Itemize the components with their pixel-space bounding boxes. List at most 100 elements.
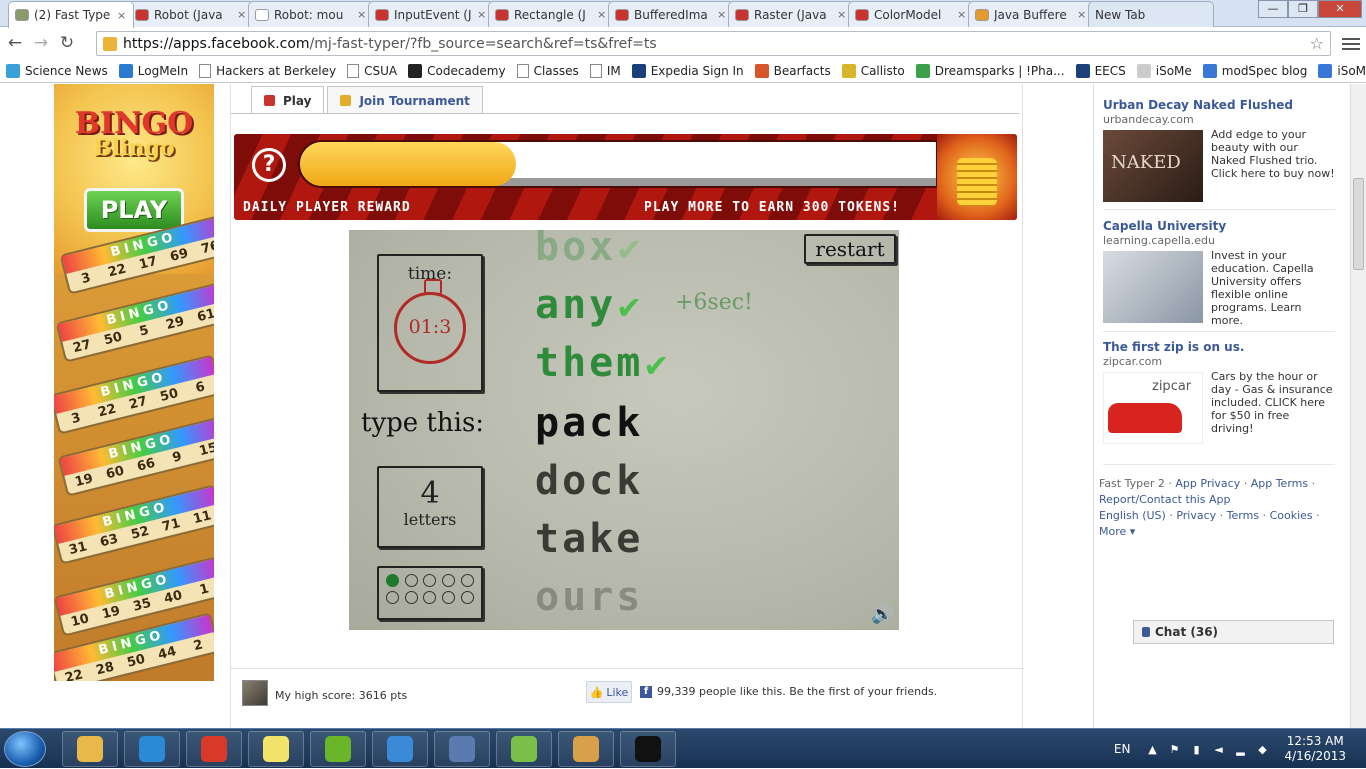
cookies-link[interactable]: Cookies [1270, 509, 1313, 522]
maximize-button[interactable]: ❐ [1288, 0, 1318, 18]
battery-icon[interactable]: ▮ [1190, 743, 1202, 756]
bookmark-item[interactable]: EECS [1075, 63, 1126, 78]
app-terms-link[interactable]: App Terms [1251, 477, 1308, 490]
signal-icon[interactable]: ▂ [1234, 743, 1246, 756]
ad-play-button[interactable]: PLAY [84, 188, 184, 232]
bookmark-item[interactable]: CSUA [347, 63, 397, 78]
show-hidden-icons[interactable]: ▲ [1146, 743, 1158, 756]
language-indicator[interactable]: EN [1114, 742, 1131, 756]
back-icon[interactable]: ← [2, 33, 28, 53]
ad-urban-decay[interactable]: Urban Decay Naked Flushed urbandecay.com… [1103, 98, 1335, 202]
browser-tab[interactable]: Java Buffere × [968, 1, 1094, 27]
bookmark-item[interactable]: Science News [6, 63, 108, 78]
bingo-number: 6 [194, 379, 207, 397]
bookmark-item[interactable]: Dreamsparks | !Pha... [915, 63, 1065, 78]
close-tab-icon[interactable]: × [597, 8, 607, 21]
letters-box: 4 letters [377, 466, 483, 548]
avatar[interactable] [242, 680, 268, 706]
bookmark-item[interactable]: Classes [516, 63, 579, 78]
like-button[interactable]: 👍 Like [586, 681, 632, 703]
browser-tab[interactable]: (2) Fast Type × [8, 1, 134, 28]
taskbar-internet-explorer[interactable] [124, 731, 180, 767]
bookmark-star-icon[interactable]: ☆ [1310, 34, 1324, 53]
help-icon[interactable]: ? [252, 148, 286, 182]
chat-bar[interactable]: Chat (36) [1133, 620, 1334, 644]
tab-favicon-icon [855, 8, 869, 21]
fast-typer-game[interactable]: time: 01:3 type this: 4 letters box✔ any✔… [349, 230, 899, 630]
taskbar-notepad-plus[interactable] [496, 731, 552, 767]
close-tab-icon[interactable]: × [357, 8, 367, 21]
close-tab-icon[interactable]: × [1077, 8, 1087, 21]
bookmark-item[interactable]: Expedia Sign In [631, 63, 744, 78]
browser-tab[interactable]: ColorModel × [848, 1, 974, 27]
browser-tab[interactable]: Raster (Java × [728, 1, 854, 27]
taskbar-sticky-notes[interactable] [248, 731, 304, 767]
ad-image-zipcar[interactable]: zipcar [1103, 372, 1203, 444]
report-app-link[interactable]: Report/Contact this App [1099, 493, 1231, 506]
taskbar-itunes[interactable] [372, 731, 428, 767]
browser-tab[interactable]: Rectangle (J × [488, 1, 614, 27]
trophy-icon [340, 95, 352, 106]
volume-icon[interactable]: ◄ [1212, 743, 1224, 756]
bookmark-item[interactable]: Callisto [841, 63, 905, 78]
taskbar-spotify[interactable] [310, 731, 366, 767]
speaker-icon[interactable]: 🔊 [871, 604, 895, 625]
taskbar-explorer[interactable] [62, 731, 118, 767]
ad-title[interactable]: Capella University [1103, 219, 1335, 233]
browser-tab[interactable]: Robot (Java × [128, 1, 254, 27]
ad-capella[interactable]: Capella University learning.capella.edu … [1103, 219, 1335, 327]
bookmark-label: LogMeIn [137, 63, 189, 78]
menu-icon[interactable] [1342, 35, 1360, 53]
app-privacy-link[interactable]: App Privacy [1175, 477, 1240, 490]
address-bar[interactable]: https://apps.facebook.com /mj-fast-typer… [96, 31, 1331, 56]
bookmark-item[interactable]: Hackers at Berkeley [199, 63, 336, 78]
browser-tab[interactable]: New Tab [1088, 1, 1214, 27]
lock-icon [103, 36, 117, 51]
close-window-button[interactable]: ✕ [1318, 0, 1362, 18]
bookmark-item[interactable]: Codecademy [408, 63, 506, 78]
ad-image-meeting[interactable] [1103, 251, 1203, 323]
close-tab-icon[interactable]: × [477, 8, 487, 21]
page-scrollbar[interactable] [1350, 84, 1366, 728]
taskbar-chrome[interactable] [186, 731, 242, 767]
taskbar-command-prompt[interactable] [620, 731, 676, 767]
privacy-link[interactable]: Privacy [1176, 509, 1216, 522]
bingo-number: 19 [73, 471, 95, 491]
tab-title: InputEvent (J [394, 7, 472, 22]
bookmark-item[interactable]: LogMeIn [118, 63, 189, 78]
dropbox-icon[interactable]: ◆ [1256, 743, 1268, 756]
ad-image-naked-palette[interactable]: NAKED [1103, 130, 1203, 202]
minimize-button[interactable]: — [1258, 0, 1288, 18]
tab-play[interactable]: Play [251, 86, 325, 114]
close-tab-icon[interactable]: × [957, 8, 967, 21]
browser-tab[interactable]: BufferedIma × [608, 1, 734, 27]
more-link[interactable]: More ▾ [1099, 525, 1135, 538]
reload-icon[interactable]: ↻ [54, 33, 80, 53]
ad-title[interactable]: Urban Decay Naked Flushed [1103, 98, 1335, 112]
bookmark-item[interactable]: IM [589, 63, 621, 78]
bookmark-item[interactable]: Bearfacts [754, 63, 831, 78]
scrollbar-thumb[interactable] [1353, 178, 1364, 270]
bookmark-item[interactable]: iSoMe [1136, 63, 1192, 78]
close-tab-icon[interactable]: × [717, 8, 727, 21]
clock[interactable]: 12:53 AM 4/16/2013 [1284, 734, 1346, 764]
taskbar-network[interactable] [434, 731, 490, 767]
bookmark-item[interactable]: modSpec blog [1202, 63, 1307, 78]
taskbar-paint[interactable] [558, 731, 614, 767]
ad-title[interactable]: The first zip is on us. [1103, 340, 1335, 354]
ad-zipcar[interactable]: The first zip is on us. zipcar.com zipca… [1103, 340, 1335, 444]
flag-icon[interactable]: ⚑ [1168, 743, 1180, 756]
close-tab-icon[interactable]: × [117, 9, 127, 22]
browser-tab[interactable]: InputEvent (J × [368, 1, 494, 27]
close-tab-icon[interactable]: × [837, 8, 847, 21]
restart-button[interactable]: restart [804, 234, 896, 264]
language-link[interactable]: English (US) [1099, 509, 1166, 522]
close-tab-icon[interactable]: × [237, 8, 247, 21]
tab-join-tournament[interactable]: Join Tournament [327, 86, 483, 114]
start-button[interactable] [4, 731, 46, 767]
bingo-blingo-ad[interactable]: BINGO Blingo PLAY BINGO 3 22 17 69 76 BINGO 27 5… [54, 84, 214, 681]
browser-tab[interactable]: Robot: mou × [248, 1, 374, 27]
bookmark-item[interactable]: iSoMeLife [1318, 63, 1366, 78]
forward-icon[interactable]: → [28, 33, 54, 53]
terms-link[interactable]: Terms [1227, 509, 1259, 522]
